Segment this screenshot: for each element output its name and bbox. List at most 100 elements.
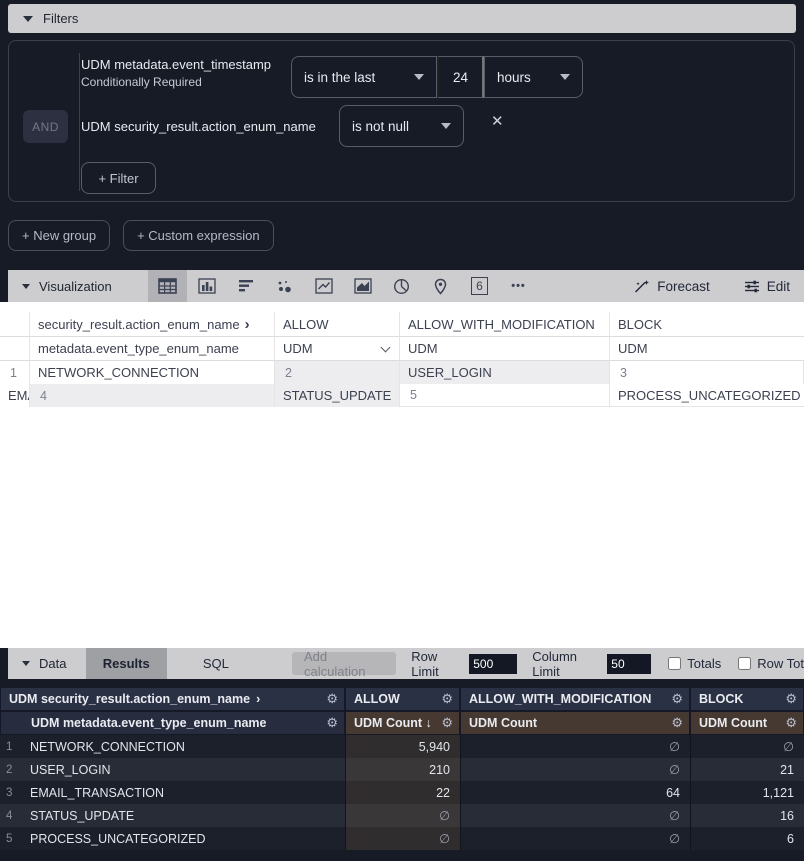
data-measure-cell[interactable]: 5,940 <box>345 735 460 758</box>
data-measure-cell[interactable]: ∅ <box>460 804 690 827</box>
gear-icon[interactable]: ⚙ <box>441 691 453 707</box>
add-filter-button[interactable]: + Filter <box>81 162 156 194</box>
viz-row-dimension[interactable]: STATUS_UPDATE <box>275 384 400 407</box>
data-measure-cell[interactable]: ∅ <box>460 735 690 758</box>
visualization-bar: Visualization 6 ••• <box>8 270 804 302</box>
gear-icon[interactable]: ⚙ <box>441 715 453 731</box>
data-row-number: 5 <box>0 827 22 850</box>
gear-icon[interactable]: ⚙ <box>671 691 683 707</box>
edit-viz-button[interactable]: Edit <box>744 279 790 294</box>
dropdown-arrow-icon <box>414 74 424 80</box>
viz-type-single-value-icon[interactable]: 6 <box>460 270 499 302</box>
filter-1-operator-select[interactable]: is in the last <box>291 56 437 98</box>
custom-expression-button[interactable]: + Custom expression <box>123 220 273 251</box>
data-pivot-header-allow-with-modification[interactable]: ALLOW_WITH_MODIFICATION ⚙ <box>460 687 690 711</box>
data-measure-cell[interactable]: ∅ <box>345 827 460 850</box>
data-label: Data <box>39 656 66 671</box>
viz-row-dimension[interactable]: EMAIL_TRANSACTION <box>0 384 30 407</box>
viz-row-dimension[interactable]: NETWORK_CONNECTION <box>30 361 275 384</box>
viz-measure-header-2[interactable]: UDM <box>400 337 610 361</box>
data-row-number: 2 <box>0 758 22 781</box>
viz-type-area-chart-icon[interactable] <box>343 270 382 302</box>
viz-type-table-icon[interactable] <box>148 270 187 302</box>
totals-checkbox[interactable] <box>668 657 681 670</box>
data-measure-cell[interactable]: 21 <box>690 758 804 781</box>
visualization-section-header[interactable]: Visualization <box>8 279 112 294</box>
viz-row-dimension[interactable]: PROCESS_UNCATEGORIZED <box>610 384 804 407</box>
gear-icon[interactable]: ⚙ <box>326 715 338 731</box>
viz-type-bar-chart-icon[interactable] <box>187 270 226 302</box>
viz-col-header-allow[interactable]: ALLOW <box>275 312 400 337</box>
viz-row-field-header[interactable]: metadata.event_type_enum_name <box>30 337 275 361</box>
viz-type-more-icon[interactable]: ••• <box>499 270 538 302</box>
data-measure-header-2[interactable]: UDM Count ⚙ <box>460 711 690 735</box>
viz-measure-header-3[interactable]: UDM <box>610 337 804 361</box>
filter-1-unit-select[interactable]: hours <box>484 56 583 98</box>
data-measure-cell[interactable]: 16 <box>690 804 804 827</box>
data-measure-cell[interactable]: ∅ <box>690 735 804 758</box>
data-bar: Data Results SQL Add calculation Row Lim… <box>8 648 804 679</box>
data-row-dimension[interactable]: PROCESS_UNCATEGORIZED <box>22 827 345 850</box>
tab-sql[interactable]: SQL <box>182 648 250 679</box>
data-measure-cell[interactable]: 64 <box>460 781 690 804</box>
data-measure-header-3[interactable]: UDM Count ⚙ <box>690 711 804 735</box>
gear-icon[interactable]: ⚙ <box>671 715 683 731</box>
viz-row-number: 5 <box>400 384 610 407</box>
filter-1-controls: is in the last hours <box>291 56 583 98</box>
data-measure-cell[interactable]: 22 <box>345 781 460 804</box>
viz-pivot-field-header[interactable]: security_result.action_enum_name › <box>30 312 275 337</box>
data-row-dimension[interactable]: EMAIL_TRANSACTION <box>22 781 345 804</box>
viz-pivot-field-label: security_result.action_enum_name <box>38 317 240 332</box>
row-totals-checkbox[interactable] <box>738 657 751 670</box>
dropdown-arrow-icon <box>441 123 451 129</box>
add-calculation-button[interactable]: Add calculation <box>292 652 396 675</box>
viz-row-dimension[interactable]: USER_LOGIN <box>400 361 610 384</box>
filter-1-unit-value: hours <box>497 70 531 85</box>
remove-filter-icon[interactable]: ✕ <box>491 112 504 130</box>
totals-checkbox-wrap: Totals <box>668 656 721 671</box>
tab-results[interactable]: Results <box>86 648 167 679</box>
data-pivot-header-block[interactable]: BLOCK ⚙ <box>690 687 804 711</box>
gear-icon[interactable]: ⚙ <box>326 691 338 707</box>
viz-type-pie-chart-icon[interactable] <box>382 270 421 302</box>
measure-header-label: UDM Count <box>699 716 767 730</box>
filter-1-value-input[interactable] <box>437 56 484 98</box>
data-row-number: 3 <box>0 781 22 804</box>
data-dim-header-2[interactable]: UDM metadata.event_type_enum_name ⚙ <box>0 711 345 735</box>
data-measure-cell[interactable]: 6 <box>690 827 804 850</box>
data-row-dimension[interactable]: NETWORK_CONNECTION <box>22 735 345 758</box>
data-measure-cell[interactable]: ∅ <box>345 804 460 827</box>
viz-measure-label: UDM <box>283 341 313 356</box>
data-measure-cell[interactable]: ∅ <box>460 827 690 850</box>
viz-measure-header-1[interactable]: UDM <box>275 337 400 361</box>
data-dim-header-1-label: UDM security_result.action_enum_name <box>9 692 250 706</box>
data-measure-header-1[interactable]: UDM Count ↓ ⚙ <box>345 711 460 735</box>
row-limit-label: Row Limit <box>411 649 463 679</box>
measure-header-label: UDM Count <box>469 716 537 730</box>
viz-col-header-block[interactable]: BLOCK <box>610 312 804 337</box>
filter-2-operator-select[interactable]: is not null <box>339 105 464 147</box>
single-value-glyph: 6 <box>471 277 488 295</box>
filters-section-header[interactable]: Filters <box>8 4 796 33</box>
viz-type-scatter-icon[interactable] <box>265 270 304 302</box>
data-measure-cell[interactable]: ∅ <box>460 758 690 781</box>
gear-icon[interactable]: ⚙ <box>785 691 797 707</box>
gear-icon[interactable]: ⚙ <box>785 715 797 731</box>
new-group-button[interactable]: + New group <box>8 220 110 251</box>
collapse-triangle-icon <box>22 661 30 666</box>
data-pivot-header-allow[interactable]: ALLOW ⚙ <box>345 687 460 711</box>
data-measure-cell[interactable]: 1,121 <box>690 781 804 804</box>
data-dim-header-1[interactable]: UDM security_result.action_enum_name› ⚙ <box>0 687 345 711</box>
viz-type-line-chart-icon[interactable] <box>304 270 343 302</box>
data-row-dimension[interactable]: STATUS_UPDATE <box>22 804 345 827</box>
column-limit-input[interactable] <box>607 654 651 674</box>
data-section-header[interactable]: Data <box>8 656 86 671</box>
viz-type-map-icon[interactable] <box>421 270 460 302</box>
forecast-button[interactable]: Forecast <box>633 279 710 294</box>
data-measure-cell[interactable]: 210 <box>345 758 460 781</box>
viz-col-header-allow-with-modification[interactable]: ALLOW_WITH_MODIFICATION <box>400 312 610 337</box>
filter-and-connector[interactable]: AND <box>23 110 68 143</box>
row-limit-input[interactable] <box>469 654 517 674</box>
viz-type-row-chart-icon[interactable] <box>226 270 265 302</box>
data-row-dimension[interactable]: USER_LOGIN <box>22 758 345 781</box>
